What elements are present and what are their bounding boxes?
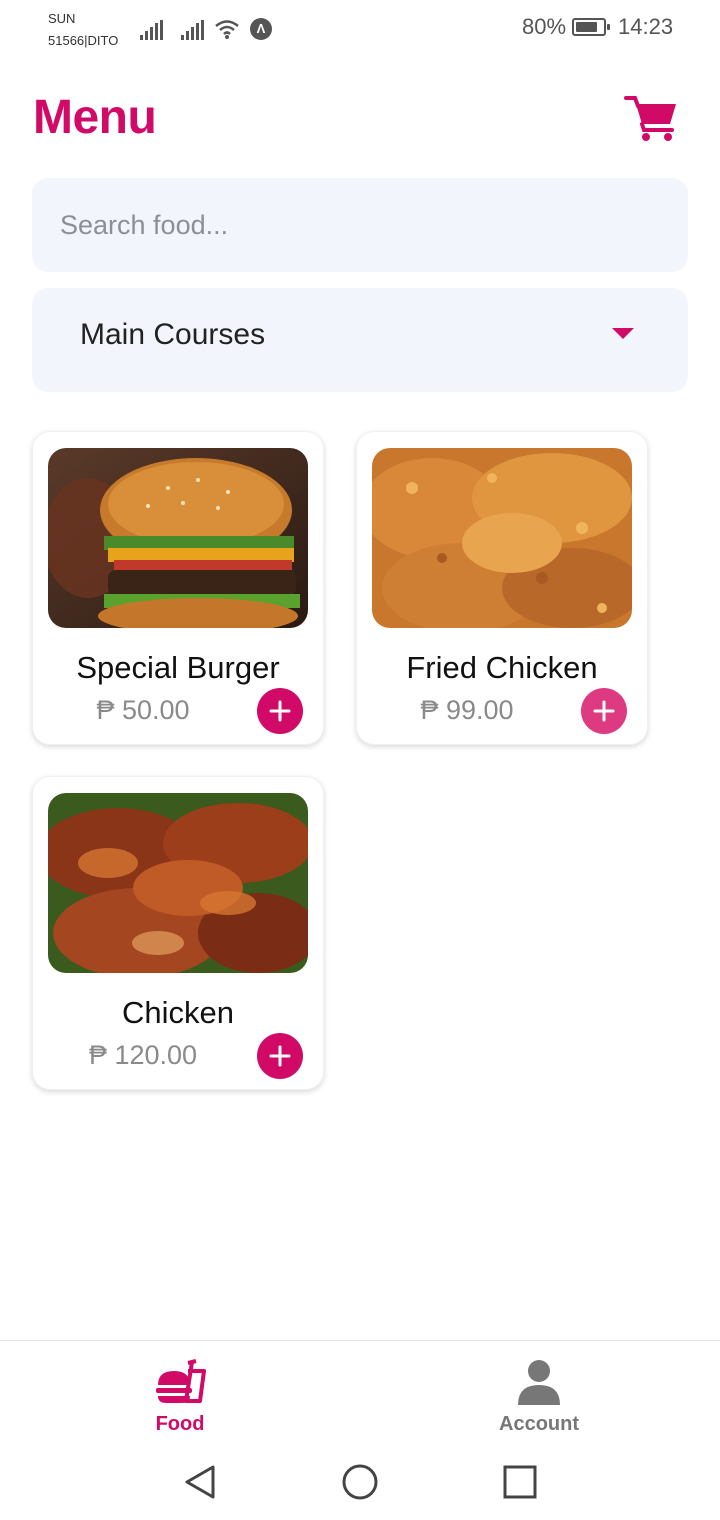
battery-icon bbox=[572, 18, 610, 36]
carrier-info: SUN 51566|DITO bbox=[48, 8, 118, 52]
menu-item-name: Fried Chicken bbox=[406, 650, 598, 685]
nav-label-food: Food bbox=[155, 1413, 205, 1435]
system-navigation-bar bbox=[0, 1440, 720, 1520]
clock: 14:23 bbox=[618, 14, 674, 39]
add-to-cart-button[interactable] bbox=[581, 688, 627, 734]
nav-item-account[interactable]: Account bbox=[449, 1341, 629, 1441]
account-icon bbox=[518, 1360, 560, 1405]
add-to-cart-button[interactable] bbox=[257, 1033, 303, 1079]
search-input[interactable] bbox=[60, 178, 660, 272]
category-dropdown[interactable]: Main Courses bbox=[32, 288, 688, 392]
menu-item-card[interactable]: Special Burger ₱ 50.00 bbox=[32, 431, 324, 745]
menu-item-name: Chicken bbox=[122, 995, 234, 1030]
menu-item-card[interactable]: Fried Chicken ₱ 99.00 bbox=[356, 431, 648, 745]
back-icon[interactable] bbox=[180, 1462, 220, 1502]
add-to-cart-button[interactable] bbox=[257, 688, 303, 734]
carrier-name: SUN bbox=[48, 11, 76, 26]
battery-percent: 80% bbox=[522, 14, 567, 39]
shopping-cart-icon[interactable] bbox=[624, 94, 678, 142]
chevron-down-icon bbox=[612, 328, 634, 339]
plus-icon bbox=[269, 700, 291, 722]
fried-chicken-photo bbox=[372, 448, 632, 628]
nav-label-account: Account bbox=[499, 1413, 579, 1435]
signal-icon-2 bbox=[181, 20, 204, 40]
category-selected-value: Main Courses bbox=[80, 318, 266, 351]
search-field[interactable] bbox=[32, 178, 688, 272]
signal-icon bbox=[140, 20, 163, 40]
plus-icon bbox=[269, 1045, 291, 1067]
nav-item-food[interactable]: Food bbox=[90, 1341, 270, 1441]
plus-icon bbox=[593, 700, 615, 722]
menu-item-name: Special Burger bbox=[76, 650, 280, 685]
roast-chicken-photo bbox=[48, 793, 308, 973]
recents-icon[interactable] bbox=[500, 1462, 540, 1502]
menu-item-card[interactable]: Chicken ₱ 120.00 bbox=[32, 776, 324, 1090]
wifi-icon bbox=[215, 20, 239, 39]
food-icon bbox=[156, 1359, 206, 1403]
burger-photo bbox=[48, 448, 308, 628]
status-icons: Λ bbox=[140, 16, 272, 40]
carrier-network: 51566|DITO bbox=[48, 33, 119, 48]
status-bar: SUN 51566|DITO Λ 80% 14:23 bbox=[0, 0, 720, 56]
data-saver-icon: Λ bbox=[250, 18, 272, 40]
page-title: Menu bbox=[33, 91, 157, 144]
home-icon[interactable] bbox=[340, 1462, 380, 1502]
bottom-navigation: Food Account bbox=[0, 1340, 720, 1440]
